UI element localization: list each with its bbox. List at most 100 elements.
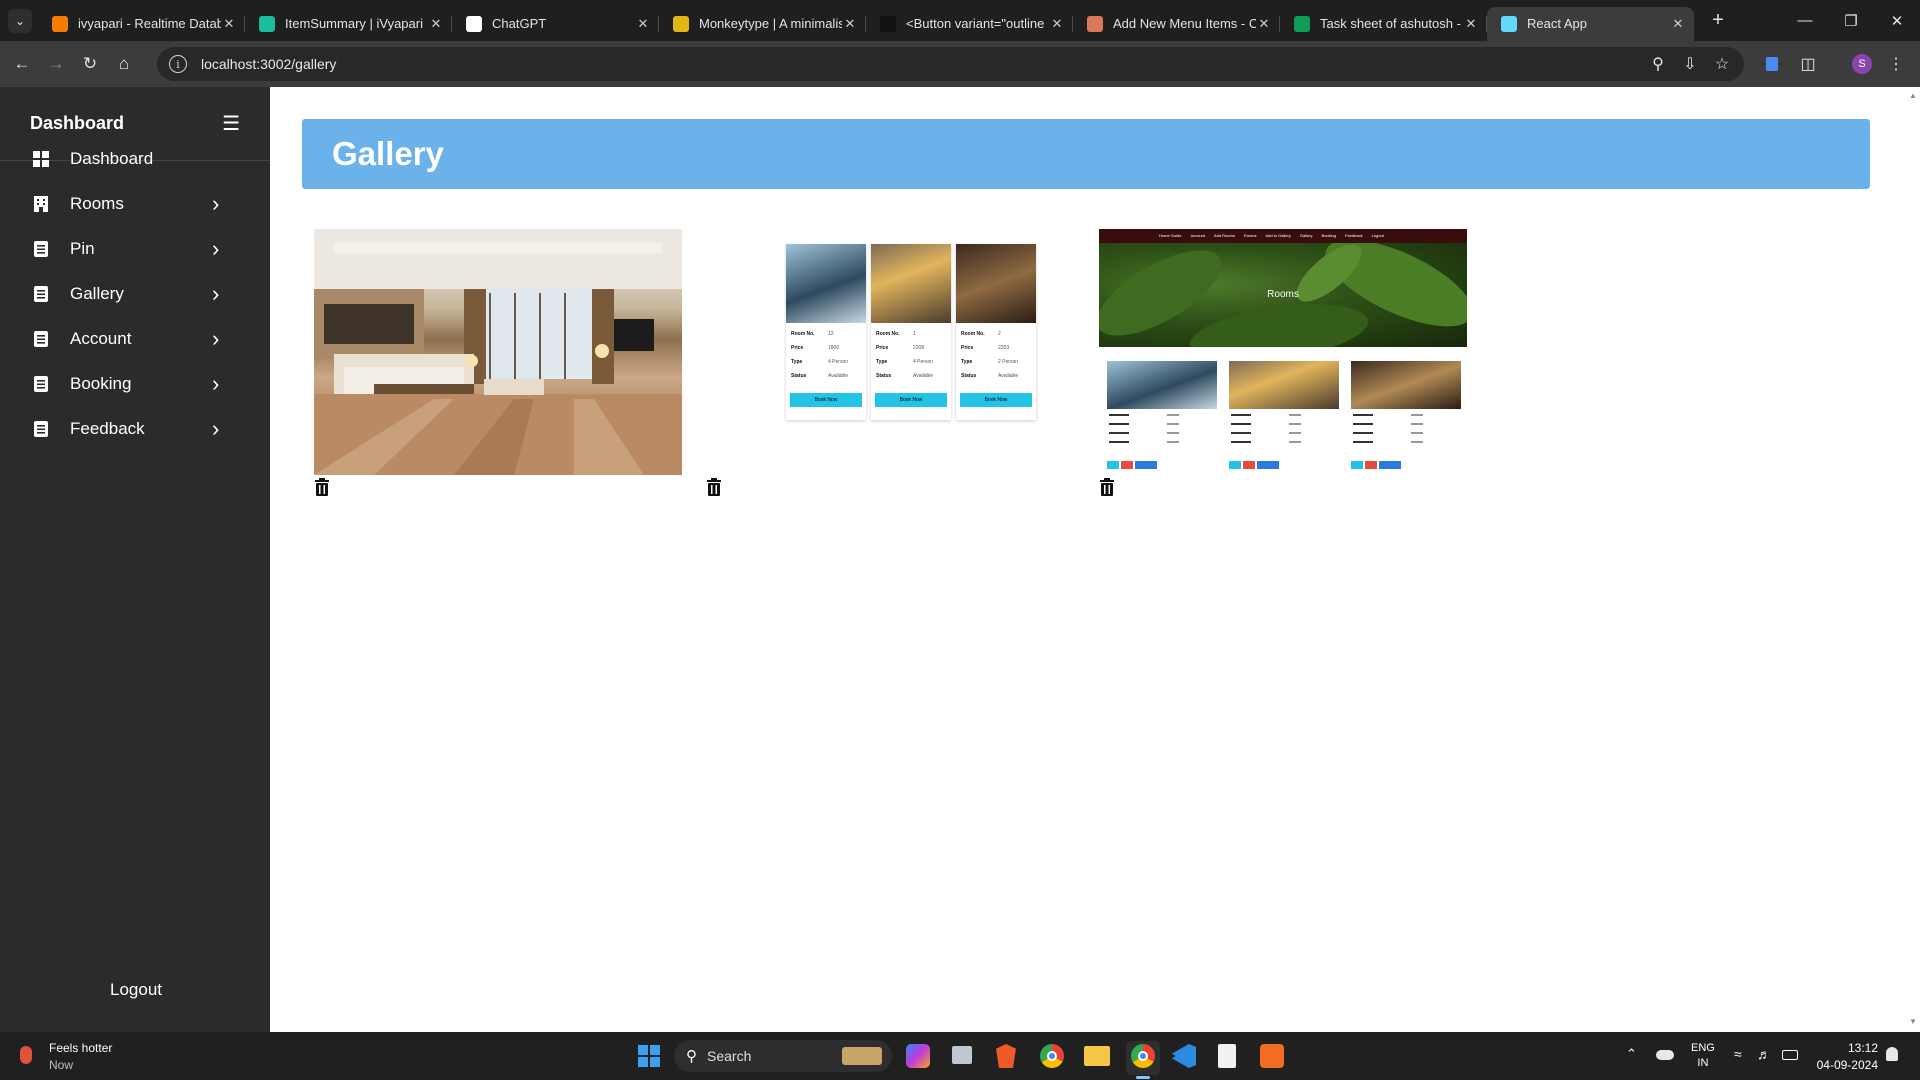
file-explorer-gray-icon[interactable] xyxy=(952,1046,972,1064)
text-line xyxy=(1167,441,1179,443)
chevron-right-icon[interactable]: › xyxy=(212,371,219,397)
chrome-profile-icon[interactable] xyxy=(1131,1044,1155,1068)
room-field-label: Status xyxy=(961,373,977,379)
chevron-right-icon[interactable]: › xyxy=(212,416,219,442)
room-photo xyxy=(1229,361,1339,409)
back-icon[interactable]: ← xyxy=(5,47,39,81)
brave-browser-icon[interactable] xyxy=(996,1044,1016,1068)
gallery-image-room-cards: Room No. 12 Price 1800 Type 4 Person Status Ava… xyxy=(706,229,1074,475)
chevron-right-icon[interactable]: › xyxy=(212,191,219,217)
hero-title: Rooms xyxy=(1267,289,1299,300)
page-scrollbar[interactable]: ▲ ▼ xyxy=(1906,87,1920,1032)
room-field-value: 1 xyxy=(913,331,916,337)
show-hidden-icons-chevron-up-icon[interactable]: ⌃ xyxy=(1626,1046,1637,1062)
restore-icon[interactable]: ❐ xyxy=(1828,0,1874,41)
close-window-icon[interactable]: ✕ xyxy=(1874,0,1920,41)
home-icon[interactable]: ⌂ xyxy=(107,47,141,81)
password-key-icon[interactable]: ⚲ xyxy=(1642,41,1674,87)
room-field-value: 2 Person xyxy=(998,359,1019,365)
room-field-value: 2203 xyxy=(998,345,1010,351)
wifi-icon[interactable]: ≈ xyxy=(1734,1046,1742,1062)
text-line xyxy=(1411,423,1423,425)
new-tab-button[interactable]: + xyxy=(1706,9,1730,32)
tab-search-icon[interactable]: ⌄ xyxy=(8,8,32,33)
browser-tab[interactable]: <Button variant="outline ✕ xyxy=(866,7,1073,41)
browser-tab[interactable]: Task sheet of ashutosh - G ✕ xyxy=(1280,7,1487,41)
room-field-label: Room No. xyxy=(961,331,985,337)
xampp-icon[interactable] xyxy=(1260,1044,1284,1068)
text-line xyxy=(1231,432,1251,434)
room-photo xyxy=(1351,361,1461,409)
extension-docs-icon[interactable] xyxy=(1756,41,1788,87)
scroll-up-icon[interactable]: ▲ xyxy=(1909,91,1917,100)
chevron-right-icon[interactable]: › xyxy=(212,236,219,262)
minimize-icon[interactable]: — xyxy=(1782,0,1828,41)
chrome-icon[interactable] xyxy=(1040,1044,1064,1068)
browser-tab[interactable]: Add New Menu Items - C ✕ xyxy=(1073,7,1280,41)
tab-title: ItemSummary | iVyapari xyxy=(285,16,423,31)
tab-close-icon[interactable]: ✕ xyxy=(428,16,444,32)
browser-toolbar: ← → ↻ ⌂ i localhost:3002/gallery xyxy=(0,41,1920,87)
edit-button xyxy=(1229,461,1241,469)
browser-tab[interactable]: ChatGPT ✕ xyxy=(452,7,659,41)
clock[interactable]: 13:12 04-09-2024 xyxy=(1808,1041,1878,1072)
sidebar-item-label: Rooms xyxy=(70,193,124,213)
browser-tab[interactable]: Monkeytype | A minimalis ✕ xyxy=(659,7,866,41)
book-now-button: Book Now xyxy=(790,393,862,407)
chevron-right-icon[interactable]: › xyxy=(212,281,219,307)
language-indicator[interactable]: ENG IN xyxy=(1691,1042,1715,1069)
edit-button xyxy=(1107,461,1119,469)
gallery-image-rooms-page: Home Guide Account Add Rooms Rooms Add to Ga… xyxy=(1099,229,1467,475)
volume-icon[interactable]: ♬ xyxy=(1757,1046,1771,1062)
delete-trash-icon[interactable] xyxy=(706,478,722,496)
weather-title[interactable]: Feels hotter xyxy=(49,1041,112,1055)
taskbar-search-box[interactable]: ⚲ Search xyxy=(674,1040,892,1072)
room-field-value: Available xyxy=(998,373,1019,379)
mini-nav-link: Add to Gallery xyxy=(1265,233,1291,238)
tab-close-icon[interactable]: ✕ xyxy=(842,16,858,32)
battery-icon[interactable] xyxy=(1782,1050,1798,1060)
vscode-icon[interactable] xyxy=(1172,1044,1196,1068)
delete-trash-icon[interactable] xyxy=(1099,478,1115,496)
text-line xyxy=(1289,414,1301,416)
tab-close-icon[interactable]: ✕ xyxy=(635,16,651,32)
delete-trash-icon[interactable] xyxy=(314,478,330,496)
browser-tab[interactable]: React App ✕ xyxy=(1487,6,1694,41)
browser-tab[interactable]: ivyapari - Realtime Datab ✕ xyxy=(38,7,245,41)
site-info-icon[interactable]: i xyxy=(169,55,187,73)
text-line xyxy=(1353,441,1373,443)
browser-tab[interactable]: ItemSummary | iVyapari ✕ xyxy=(245,7,452,41)
book-now-button: Book Now xyxy=(875,393,947,407)
scroll-down-icon[interactable]: ▼ xyxy=(1909,1017,1917,1026)
list-icon xyxy=(32,285,50,303)
bookmark-star-icon[interactable]: ☆ xyxy=(1706,41,1738,87)
sidebar-item-feedback[interactable]: Feedback › xyxy=(0,401,270,456)
extensions-puzzle-icon[interactable]: ◫ xyxy=(1792,41,1824,87)
onedrive-cloud-icon[interactable] xyxy=(1656,1050,1674,1060)
delete-button xyxy=(1121,461,1133,469)
address-bar[interactable]: i localhost:3002/gallery xyxy=(157,47,1744,81)
view-button xyxy=(1257,461,1279,469)
more-menu-icon[interactable]: ⋮ xyxy=(1880,41,1912,87)
text-line xyxy=(1109,423,1129,425)
windows-start-icon[interactable] xyxy=(638,1045,660,1067)
logout-button[interactable]: Logout xyxy=(110,980,162,1000)
tab-close-icon[interactable]: ✕ xyxy=(221,16,237,32)
notepad-icon[interactable] xyxy=(1218,1044,1236,1068)
notification-bell-icon[interactable] xyxy=(1886,1047,1898,1061)
tab-close-icon[interactable]: ✕ xyxy=(1670,16,1686,32)
profile-button[interactable]: S xyxy=(1846,41,1878,87)
tab-close-icon[interactable]: ✕ xyxy=(1049,16,1065,32)
forward-icon[interactable]: → xyxy=(39,47,73,81)
reload-icon[interactable]: ↻ xyxy=(73,47,107,81)
copilot-icon[interactable] xyxy=(906,1044,930,1068)
mini-room-card xyxy=(1229,361,1339,471)
gallery-image-bedroom xyxy=(314,229,682,475)
file-explorer-icon[interactable] xyxy=(1084,1046,1110,1066)
text-line xyxy=(1411,414,1423,416)
install-app-icon[interactable]: ⇩ xyxy=(1674,41,1706,87)
chevron-right-icon[interactable]: › xyxy=(212,326,219,352)
tab-close-icon[interactable]: ✕ xyxy=(1256,16,1272,32)
tab-close-icon[interactable]: ✕ xyxy=(1463,16,1479,32)
sidebar-item-label: Account xyxy=(70,328,132,348)
